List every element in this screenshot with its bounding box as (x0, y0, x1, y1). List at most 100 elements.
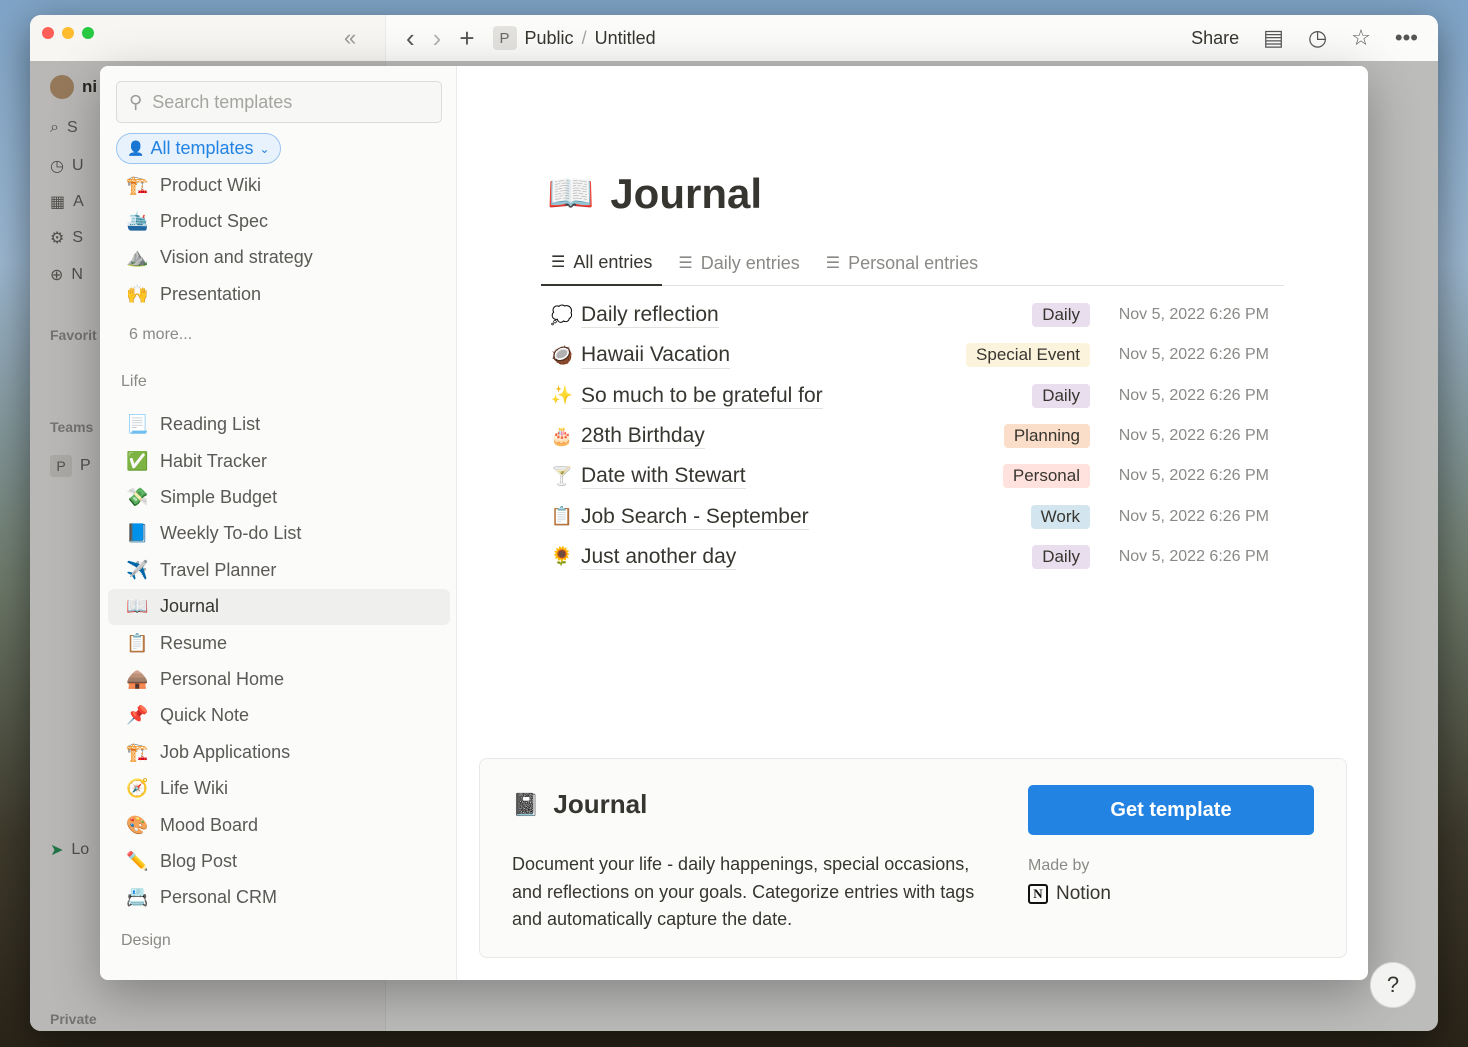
tab-personal-entries[interactable]: ☰ Personal entries (816, 240, 988, 286)
entry-title: So much to be grateful for (581, 383, 823, 409)
entry-icon: 🎂 (550, 425, 574, 446)
view-tabs: ☰ All entries ☰ Daily entries ☰ Personal en… (541, 240, 1284, 286)
share-button[interactable]: Share (1191, 28, 1239, 49)
entry-title: Daily reflection (581, 302, 719, 329)
list-item[interactable]: 🍸 Date with Stewart Personal Nov 5, 2022… (541, 456, 1284, 496)
tab-all-entries[interactable]: ☰ All entries (541, 240, 663, 286)
template-icon: 🙌 (126, 283, 149, 304)
template-item-simple-budget[interactable]: 💸 Simple Budget (108, 479, 450, 515)
template-label: Resume (160, 632, 228, 653)
template-search-input[interactable] (152, 91, 413, 113)
template-item-quick-note[interactable]: 📌 Quick Note (108, 698, 450, 734)
template-label: Habit Tracker (160, 450, 268, 471)
breadcrumb-separator: / (581, 27, 587, 48)
entry-title: Date with Stewart (581, 463, 746, 490)
entry-tag: Daily (1032, 303, 1090, 328)
breadcrumb-parent[interactable]: Public (525, 28, 574, 49)
template-item[interactable]: 🛳️ Product Spec (108, 203, 450, 239)
close-window-button[interactable] (42, 27, 54, 39)
entry-list: 💭 Daily reflection Daily Nov 5, 2022 6:2… (541, 295, 1284, 577)
template-icon: ✏️ (126, 850, 149, 871)
template-label: Presentation (160, 283, 262, 304)
entry-title: Just another day (581, 544, 737, 571)
template-icon: 🏗️ (126, 174, 149, 195)
made-by[interactable]: N Notion (1028, 883, 1111, 905)
template-item[interactable]: ⛰️ Vision and strategy (108, 240, 450, 276)
list-item[interactable]: 🌻 Just another day Daily Nov 5, 2022 6:2… (541, 537, 1284, 577)
comment-icon[interactable]: ▤ (1263, 25, 1284, 51)
help-button[interactable]: ? (1370, 962, 1416, 1008)
entry-icon: 🍸 (550, 465, 574, 486)
template-item-mood-board[interactable]: 🎨 Mood Board (108, 807, 450, 843)
search-icon: ⚲ (129, 91, 143, 112)
template-item-personal-home[interactable]: 🛖 Personal Home (108, 661, 450, 697)
made-by-label: Made by (1028, 857, 1090, 874)
entry-title: Job Search - September (581, 504, 809, 530)
template-item-reading-list[interactable]: 📃 Reading List (108, 407, 450, 443)
template-item-habit-tracker[interactable]: ✅ Habit Tracker (108, 443, 450, 479)
history-icon[interactable]: ◷ (1308, 25, 1327, 51)
template-item-blog-post[interactable]: ✏️ Blog Post (108, 843, 450, 879)
workspace-badge[interactable]: P (492, 26, 517, 50)
entry-date: Nov 5, 2022 6:26 PM (1118, 346, 1269, 364)
collapse-sidebar-icon[interactable]: « (344, 25, 356, 51)
entry-date: Nov 5, 2022 6:26 PM (1118, 507, 1269, 525)
entry-date: Nov 5, 2022 6:26 PM (1118, 547, 1269, 565)
breadcrumb-page[interactable]: Untitled (595, 28, 656, 49)
template-item-journal[interactable]: 📖 Journal (108, 588, 450, 625)
back-icon[interactable]: ‹ (406, 25, 415, 51)
entry-icon: ✨ (550, 385, 574, 406)
template-icon: 📌 (126, 705, 149, 726)
list-item[interactable]: 🥥 Hawaii Vacation Special Event Nov 5, 2… (541, 335, 1284, 375)
list-item[interactable]: 🎂 28th Birthday Planning Nov 5, 2022 6:2… (541, 416, 1284, 456)
template-item-weekly-todo[interactable]: 📘 Weekly To-do List (108, 516, 450, 552)
template-preview: 📖 Journal ☰ All entries ☰ Daily entries ☰ P… (457, 66, 1368, 980)
entry-icon: 🥥 (550, 344, 574, 365)
template-item-resume[interactable]: 📋 Resume (108, 625, 450, 661)
tab-daily-entries[interactable]: ☰ Daily entries (668, 240, 809, 286)
template-search[interactable]: ⚲ (116, 81, 442, 123)
list-icon: ☰ (551, 254, 566, 271)
template-label: Vision and strategy (160, 247, 313, 268)
template-item-life-wiki[interactable]: 🧭 Life Wiki (108, 770, 450, 806)
more-templates-link[interactable]: 6 more... (108, 313, 450, 357)
list-icon: ☰ (678, 255, 693, 272)
star-icon[interactable]: ☆ (1351, 25, 1371, 51)
entry-icon: 📋 (550, 506, 574, 527)
template-icon: ✅ (126, 450, 149, 471)
entry-tag: Special Event (966, 343, 1090, 368)
section-heading-life: Life (121, 372, 147, 390)
preview-title: 📖 Journal (547, 170, 762, 218)
template-icon: 💸 (126, 487, 149, 508)
forward-icon[interactable]: › (433, 25, 442, 51)
template-filter-dropdown[interactable]: 👤 All templates ⌄ (116, 133, 281, 164)
template-icon: 🏗️ (126, 741, 149, 762)
template-item[interactable]: 🙌 Presentation (108, 276, 450, 312)
template-label: Quick Note (160, 705, 250, 726)
notebook-icon: 📓 (512, 791, 540, 817)
minimize-window-button[interactable] (62, 27, 74, 39)
preview-heading: Journal (610, 170, 763, 217)
more-icon[interactable]: ••• (1395, 25, 1418, 51)
template-item-personal-crm[interactable]: 📇 Personal CRM (108, 880, 450, 916)
list-item[interactable]: 💭 Daily reflection Daily Nov 5, 2022 6:2… (541, 295, 1284, 335)
template-item-travel-planner[interactable]: ✈️ Travel Planner (108, 552, 450, 588)
template-icon: 📃 (126, 414, 149, 435)
topbar-actions: Share ▤ ◷ ☆ ••• (1191, 15, 1418, 61)
template-icon: ✈️ (126, 559, 149, 580)
list-item[interactable]: ✨ So much to be grateful for Daily Nov 5… (541, 376, 1284, 416)
zoom-window-button[interactable] (82, 27, 94, 39)
template-item-job-applications[interactable]: 🏗️ Job Applications (108, 734, 450, 770)
template-item[interactable]: 🏗️ Product Wiki (108, 167, 450, 203)
entry-title: Hawaii Vacation (581, 342, 731, 369)
new-page-icon[interactable]: + (459, 25, 474, 51)
template-icon: 🛖 (126, 668, 149, 689)
notion-logo-icon: N (1028, 884, 1048, 904)
template-label: Personal Home (160, 668, 285, 689)
template-list: 🏗️ Product Wiki 🛳️ Product Spec ⛰️ Vision a… (108, 167, 450, 966)
template-label: Weekly To-do List (160, 523, 302, 544)
get-template-button[interactable]: Get template (1028, 785, 1314, 835)
template-label: Blog Post (160, 850, 238, 871)
entry-icon: 💭 (550, 304, 574, 325)
list-item[interactable]: 📋 Job Search - September Work Nov 5, 202… (541, 496, 1284, 536)
